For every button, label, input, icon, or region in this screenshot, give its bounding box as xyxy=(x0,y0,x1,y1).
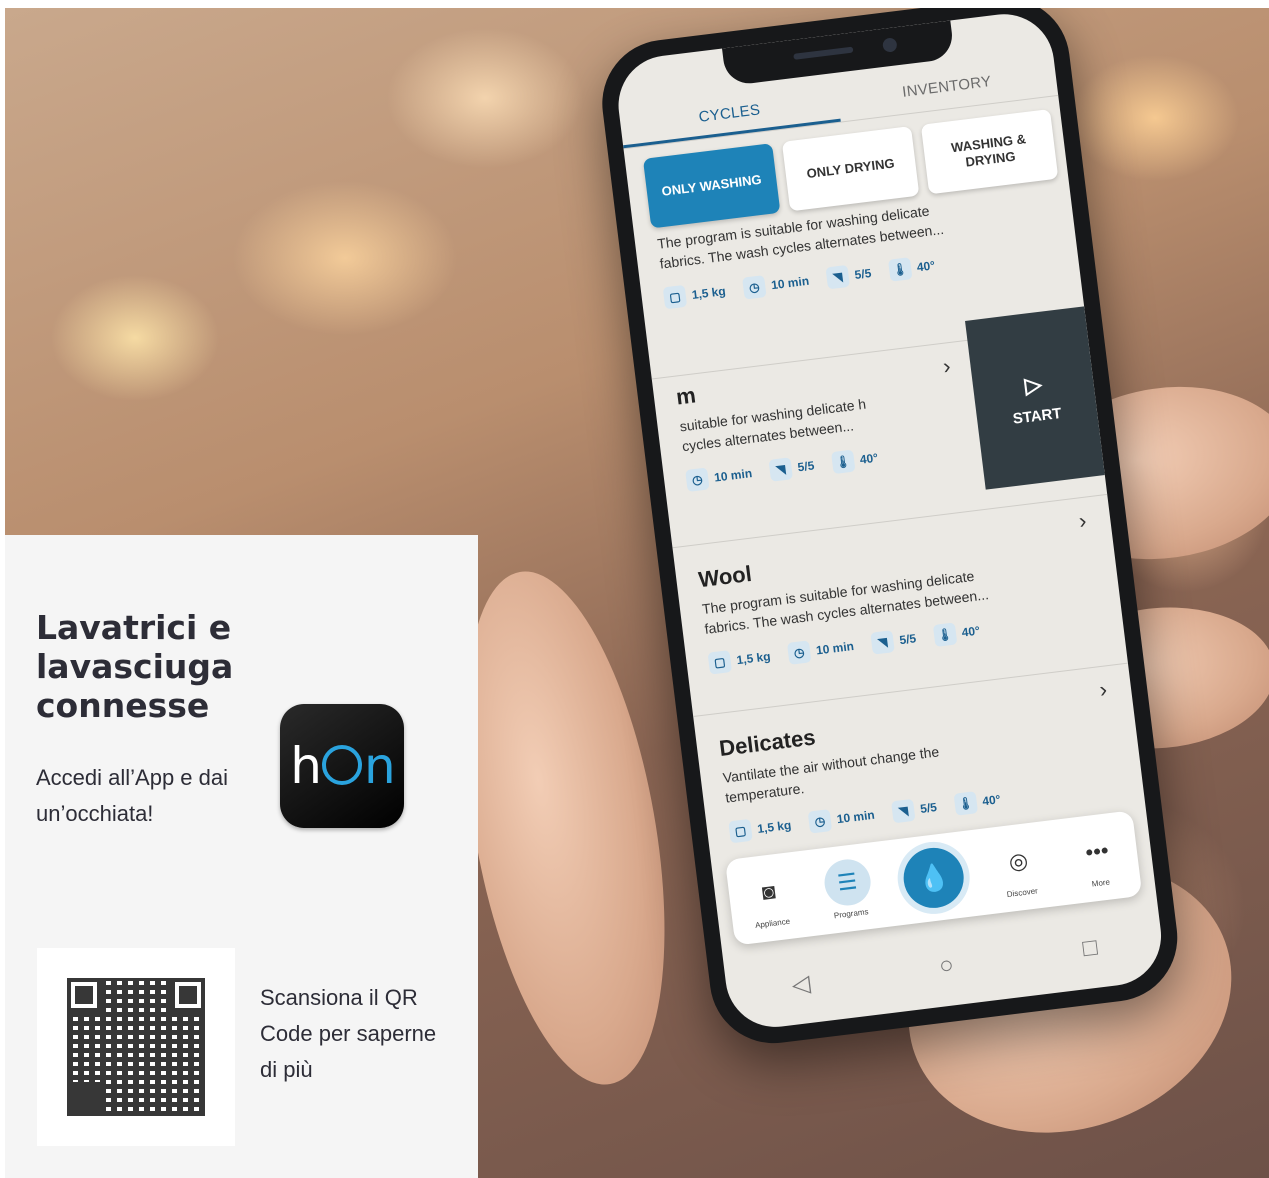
more-icon: ••• xyxy=(1083,837,1110,865)
nav-programs[interactable]: ☰ Programs xyxy=(821,856,875,920)
hon-logo: hn xyxy=(290,737,395,795)
nav-start-cycle[interactable]: 💧 xyxy=(900,844,968,912)
weight-icon: ▢ xyxy=(728,818,753,844)
play-icon: ▷ xyxy=(1023,370,1044,398)
drop-icon: 💧 xyxy=(900,844,968,912)
clock-icon: ◷ xyxy=(685,467,710,492)
promo-subtext: Accedi all’App e dai un’occhiata! xyxy=(36,765,229,826)
phone-screen: CYCLES INVENTORY ONLY WASHING ONLY DRYIN… xyxy=(612,8,1167,1033)
compass-icon: ◎ xyxy=(1007,846,1030,875)
qr-pattern xyxy=(67,978,205,1116)
hon-app-icon[interactable]: hn xyxy=(280,704,404,828)
nav-appliance[interactable]: ◙ Appliance xyxy=(743,866,796,930)
leaf-icon: ◥ xyxy=(870,630,895,655)
list-icon: ☰ xyxy=(821,856,873,908)
recents-icon[interactable]: □ xyxy=(1081,934,1099,964)
start-button[interactable]: ▷ START xyxy=(965,306,1105,490)
leaf-icon: ◥ xyxy=(825,264,851,290)
promo-headline: Lavatrici e lavasciuga connesse xyxy=(36,608,234,725)
thermometer-icon: 🌡 xyxy=(830,449,856,475)
home-icon[interactable]: ○ xyxy=(938,951,956,981)
thermometer-icon: 🌡 xyxy=(953,791,978,816)
nav-discover[interactable]: ◎ Discover xyxy=(993,835,1046,899)
leaf-icon: ◥ xyxy=(891,798,916,824)
smartphone: CYCLES INVENTORY ONLY WASHING ONLY DRYIN… xyxy=(595,8,1185,1051)
washer-icon: ◙ xyxy=(760,877,777,905)
clock-icon: ◷ xyxy=(807,809,833,834)
back-icon[interactable]: ◁ xyxy=(790,968,812,999)
leaf-icon: ◥ xyxy=(768,457,794,482)
qr-code[interactable] xyxy=(37,948,235,1146)
weight-icon: ▢ xyxy=(662,284,688,310)
weight-icon: ▢ xyxy=(707,650,733,675)
thermometer-icon: 🌡 xyxy=(887,257,913,282)
qr-caption: Scansiona il QR Code per saperne di più xyxy=(260,985,437,1082)
clock-icon: ◷ xyxy=(786,640,812,665)
clock-icon: ◷ xyxy=(742,275,767,300)
nav-more[interactable]: ••• More xyxy=(1071,826,1124,890)
thermometer-icon: 🌡 xyxy=(932,622,958,647)
